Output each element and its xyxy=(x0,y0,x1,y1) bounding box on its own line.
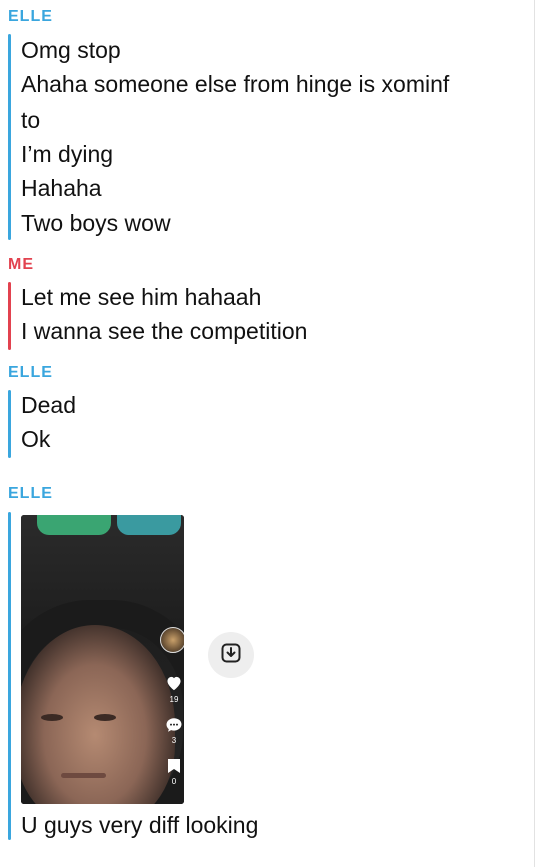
face-eye xyxy=(94,714,116,721)
message-group-bar xyxy=(8,390,11,458)
face-eye xyxy=(41,714,63,721)
message-text: U guys very diff looking xyxy=(21,812,259,838)
video-top-tile xyxy=(117,515,181,535)
message-group-bar xyxy=(8,282,11,350)
message-text: I’m dying xyxy=(21,141,114,167)
video-top-tile xyxy=(37,515,111,535)
message-text: to xyxy=(21,107,41,133)
message-text: Ok xyxy=(21,426,51,452)
message-text: I wanna see the competition xyxy=(21,318,308,344)
sender-label: ELLE xyxy=(8,364,53,381)
message-text: Let me see him hahaah xyxy=(21,284,262,310)
comment-count: 3 xyxy=(171,736,177,745)
right-edge-divider xyxy=(534,0,535,867)
creator-avatar xyxy=(160,627,184,653)
heart-icon xyxy=(164,675,184,696)
bookmark-icon xyxy=(164,758,184,779)
download-box-icon xyxy=(219,641,243,670)
save-media-button[interactable] xyxy=(208,632,254,678)
message-text: Dead xyxy=(21,392,76,418)
message-group-bar xyxy=(8,512,11,840)
sender-label: ELLE xyxy=(8,8,53,25)
sender-label: ME xyxy=(8,256,34,273)
message-text: Two boys wow xyxy=(21,210,171,236)
save-count: 0 xyxy=(171,777,177,786)
sender-label: ELLE xyxy=(8,485,53,502)
like-count: 19 xyxy=(169,695,179,704)
shared-video-thumbnail[interactable]: 19 3 0 xyxy=(21,515,184,804)
face-mouth xyxy=(61,773,106,778)
message-group-bar xyxy=(8,34,11,240)
message-text: Hahaha xyxy=(21,175,102,201)
message-text: Omg stop xyxy=(21,37,121,63)
message-text: Ahaha someone else from hinge is xominf xyxy=(21,71,450,97)
